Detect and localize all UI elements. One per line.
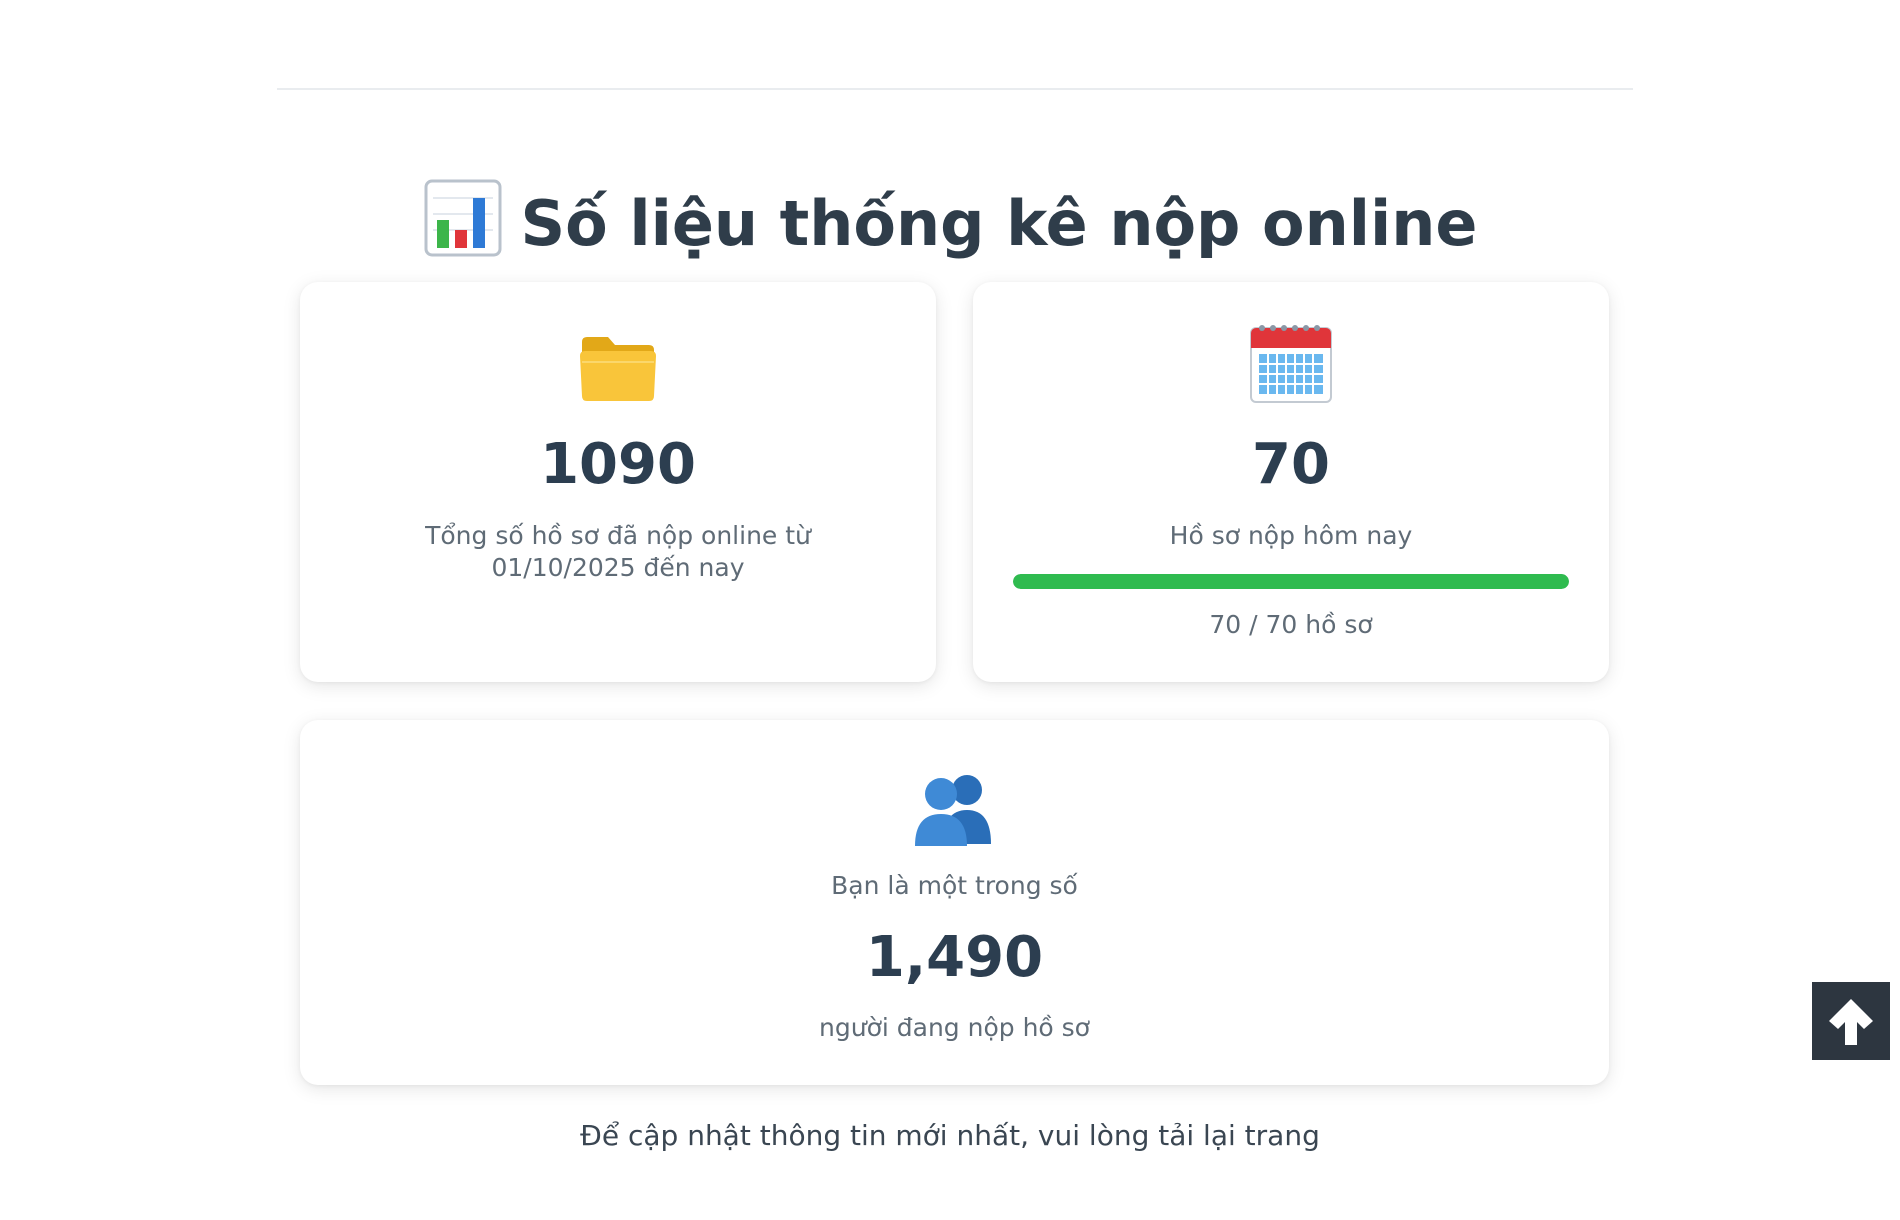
top-divider (277, 88, 1633, 90)
total-submissions-card: 1090 Tổng số hồ sơ đã nộp online từ 01/1… (300, 282, 936, 682)
folder-icon (578, 332, 658, 404)
total-submissions-label: Tổng số hồ sơ đã nộp online từ 01/10/202… (425, 521, 811, 582)
today-progress-fill (1013, 574, 1569, 589)
today-submissions-card: 70 Hồ sơ nộp hôm nay 70 / 70 hồ sơ (973, 282, 1609, 682)
bar-chart-icon (423, 178, 503, 258)
active-users-tail-text: người đang nộp hồ sơ (819, 1013, 1090, 1042)
today-progress-bar (1013, 574, 1569, 589)
page-title: Số liệu thống kê nộp online (0, 170, 1900, 274)
arrow-up-icon (1823, 993, 1879, 1049)
active-users-value: 1,490 (865, 925, 1044, 990)
page-title-text: Số liệu thống kê nộp online (520, 186, 1478, 260)
reload-hint: Để cập nhật thông tin mới nhất, vui lòng… (580, 1119, 1320, 1152)
total-submissions-value: 1090 (540, 432, 696, 497)
today-progress-text: 70 / 70 hồ sơ (1209, 610, 1373, 639)
today-submissions-value: 70 (1252, 432, 1330, 497)
active-users-card: Bạn là một trong số 1,490 người đang nộp… (300, 720, 1609, 1085)
today-submissions-label: Hồ sơ nộp hôm nay (1169, 521, 1413, 550)
active-users-lead-text: Bạn là một trong số (831, 871, 1078, 900)
calendar-icon (1248, 320, 1334, 406)
scroll-to-top-button[interactable] (1812, 982, 1890, 1060)
people-icon (909, 770, 1001, 846)
